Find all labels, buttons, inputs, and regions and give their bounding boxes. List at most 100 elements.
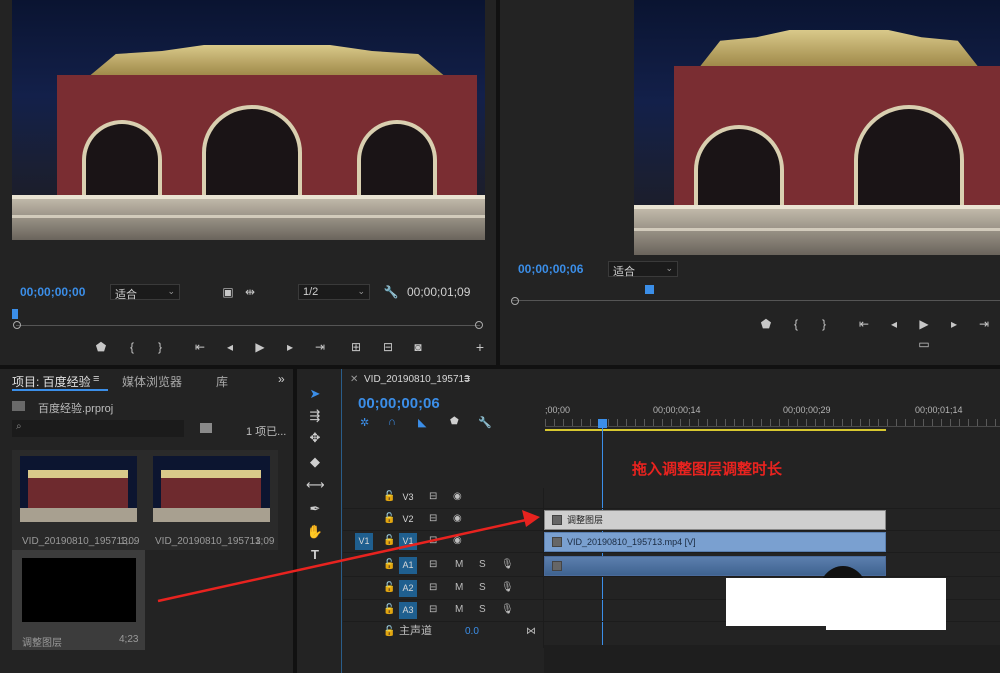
- pen-tool-icon[interactable]: ✒: [306, 500, 324, 518]
- project-item-sequence[interactable]: VID_20190810_195713 1;09: [145, 450, 278, 550]
- search-input[interactable]: ⌕: [12, 420, 184, 437]
- play-icon[interactable]: ▶: [916, 317, 932, 331]
- timeline-settings-icon[interactable]: 🔧: [478, 416, 492, 429]
- hand-tool-icon[interactable]: ✋: [306, 523, 324, 541]
- sync-lock-icon[interactable]: ⊟: [429, 510, 437, 527]
- selection-tool-icon[interactable]: ➤: [306, 385, 324, 403]
- clip-video[interactable]: VID_20190810_195713.mp4 [V]: [544, 532, 886, 552]
- tab-menu-icon[interactable]: ≡: [93, 373, 99, 385]
- link-icon[interactable]: ∩: [388, 416, 396, 428]
- wrench-icon[interactable]: 🔧: [383, 285, 399, 299]
- mark-in-icon[interactable]: {: [788, 317, 804, 331]
- ripple-edit-tool-icon[interactable]: ✥: [306, 429, 324, 447]
- sync-lock-icon[interactable]: ⊟: [429, 488, 437, 505]
- microphone-icon[interactable]: 🎙: [501, 579, 514, 596]
- solo-button[interactable]: S: [479, 556, 486, 573]
- marker-icon[interactable]: ⬟: [758, 317, 774, 331]
- source-scrubber[interactable]: [16, 325, 480, 326]
- lock-icon[interactable]: 🔓: [383, 488, 395, 505]
- source-timecode[interactable]: 00;00;00;00: [20, 285, 85, 299]
- project-item-adjustment-layer[interactable]: 调整图层 4;23: [12, 550, 145, 650]
- track-target-v2[interactable]: V2: [399, 511, 417, 528]
- source-patch-v1[interactable]: V1: [355, 533, 373, 550]
- export-frame-icon[interactable]: ▭: [916, 337, 932, 351]
- lock-icon[interactable]: 🔓: [383, 556, 395, 573]
- add-marker-icon[interactable]: ⬟: [450, 416, 459, 427]
- sync-lock-icon[interactable]: ⊟: [429, 579, 437, 596]
- timeline-timecode[interactable]: 00;00;00;06: [358, 395, 440, 412]
- go-to-in-icon[interactable]: ⇤: [192, 340, 208, 354]
- tab-media-browser[interactable]: 媒体浏览器: [122, 373, 182, 390]
- sequence-tab[interactable]: VID_20190810_195713: [364, 374, 470, 385]
- program-timecode[interactable]: 00;00;00;06: [518, 262, 583, 276]
- microphone-icon[interactable]: 🎙: [501, 556, 514, 573]
- tab-menu-icon[interactable]: ≡: [464, 373, 470, 385]
- track-target-v3[interactable]: V3: [399, 489, 417, 506]
- overwrite-icon[interactable]: ⊟: [380, 340, 396, 354]
- sync-lock-icon[interactable]: ⊟: [429, 532, 437, 549]
- step-back-icon[interactable]: ◂: [222, 340, 238, 354]
- step-back-icon[interactable]: ◂: [886, 317, 902, 331]
- settings-square-icon[interactable]: ▣: [220, 285, 236, 299]
- program-playhead[interactable]: [645, 285, 654, 294]
- track-target-v1[interactable]: V1: [399, 533, 417, 550]
- mute-button[interactable]: M: [455, 601, 463, 618]
- step-forward-icon[interactable]: ▸: [282, 340, 298, 354]
- step-forward-icon[interactable]: ▸: [946, 317, 962, 331]
- source-playhead[interactable]: [12, 309, 18, 319]
- lock-icon[interactable]: 🔓: [383, 579, 395, 596]
- microphone-icon[interactable]: 🎙: [501, 601, 514, 618]
- tab-project[interactable]: 项目: 百度经验: [12, 373, 91, 390]
- close-icon[interactable]: ✕: [350, 374, 358, 385]
- go-to-out-icon[interactable]: ⇥: [976, 317, 992, 331]
- program-fit-label: 适合: [613, 266, 635, 278]
- add-button-icon[interactable]: +: [472, 340, 488, 354]
- track-target-a1[interactable]: A1: [399, 557, 417, 574]
- mark-out-icon[interactable]: }: [816, 317, 832, 331]
- track-target-a3[interactable]: A3: [399, 602, 417, 619]
- go-to-out-icon[interactable]: ⇥: [312, 340, 328, 354]
- eye-icon[interactable]: ◉: [453, 510, 462, 527]
- slip-tool-icon[interactable]: ⟷: [306, 476, 325, 494]
- marker-icon[interactable]: ⬟: [93, 340, 109, 354]
- program-fit-dropdown[interactable]: 适合 ⌄: [608, 261, 678, 278]
- insert-icon[interactable]: ⊞: [348, 340, 364, 354]
- track-select-tool-icon[interactable]: ⇶: [306, 407, 324, 425]
- mark-in-icon[interactable]: {: [124, 340, 140, 354]
- source-scrubber-end: [475, 321, 483, 329]
- mute-button[interactable]: M: [455, 556, 463, 573]
- master-volume[interactable]: 0.0: [465, 623, 479, 640]
- resolution-dropdown[interactable]: 1/2 ⌄: [298, 284, 370, 300]
- tab-library[interactable]: 库: [216, 373, 228, 390]
- sync-lock-icon[interactable]: ⊟: [429, 556, 437, 573]
- play-icon[interactable]: ▶: [252, 340, 268, 354]
- go-to-end-icon[interactable]: ⋈: [526, 623, 536, 640]
- lock-icon[interactable]: 🔓: [383, 601, 395, 618]
- solo-button[interactable]: S: [479, 579, 486, 596]
- sync-lock-icon[interactable]: ⊟: [429, 601, 437, 618]
- camera-icon[interactable]: ◙: [410, 340, 426, 354]
- source-fit-dropdown[interactable]: 适合 ⌄: [110, 284, 180, 301]
- track-target-a2[interactable]: A2: [399, 580, 417, 597]
- work-area-bar[interactable]: [545, 429, 886, 431]
- project-item-video-1[interactable]: VID_20190810_195713... 1;09: [12, 450, 145, 550]
- more-panels-icon[interactable]: »: [278, 372, 285, 386]
- razor-tool-icon[interactable]: ◆: [306, 453, 324, 471]
- type-tool-icon[interactable]: T: [306, 546, 324, 564]
- eye-icon[interactable]: ◉: [453, 532, 462, 549]
- lock-icon[interactable]: 🔓: [383, 532, 395, 549]
- mute-button[interactable]: M: [455, 579, 463, 596]
- mark-out-icon[interactable]: }: [152, 340, 168, 354]
- snap-icon[interactable]: ✲: [360, 416, 369, 429]
- program-scrubber[interactable]: [512, 300, 1000, 301]
- eye-icon[interactable]: ◉: [453, 488, 462, 505]
- solo-button[interactable]: S: [479, 601, 486, 618]
- insert-marker-icon[interactable]: ⇹: [242, 285, 258, 299]
- lock-icon[interactable]: 🔓: [383, 623, 395, 640]
- linked-selection-icon[interactable]: ◣: [418, 416, 426, 429]
- new-bin-icon[interactable]: [200, 423, 212, 433]
- go-to-in-icon[interactable]: ⇤: [856, 317, 872, 331]
- lock-icon[interactable]: 🔓: [383, 510, 395, 527]
- time-ruler[interactable]: [545, 419, 1000, 427]
- clip-adjustment-layer[interactable]: 调整图层: [544, 510, 886, 530]
